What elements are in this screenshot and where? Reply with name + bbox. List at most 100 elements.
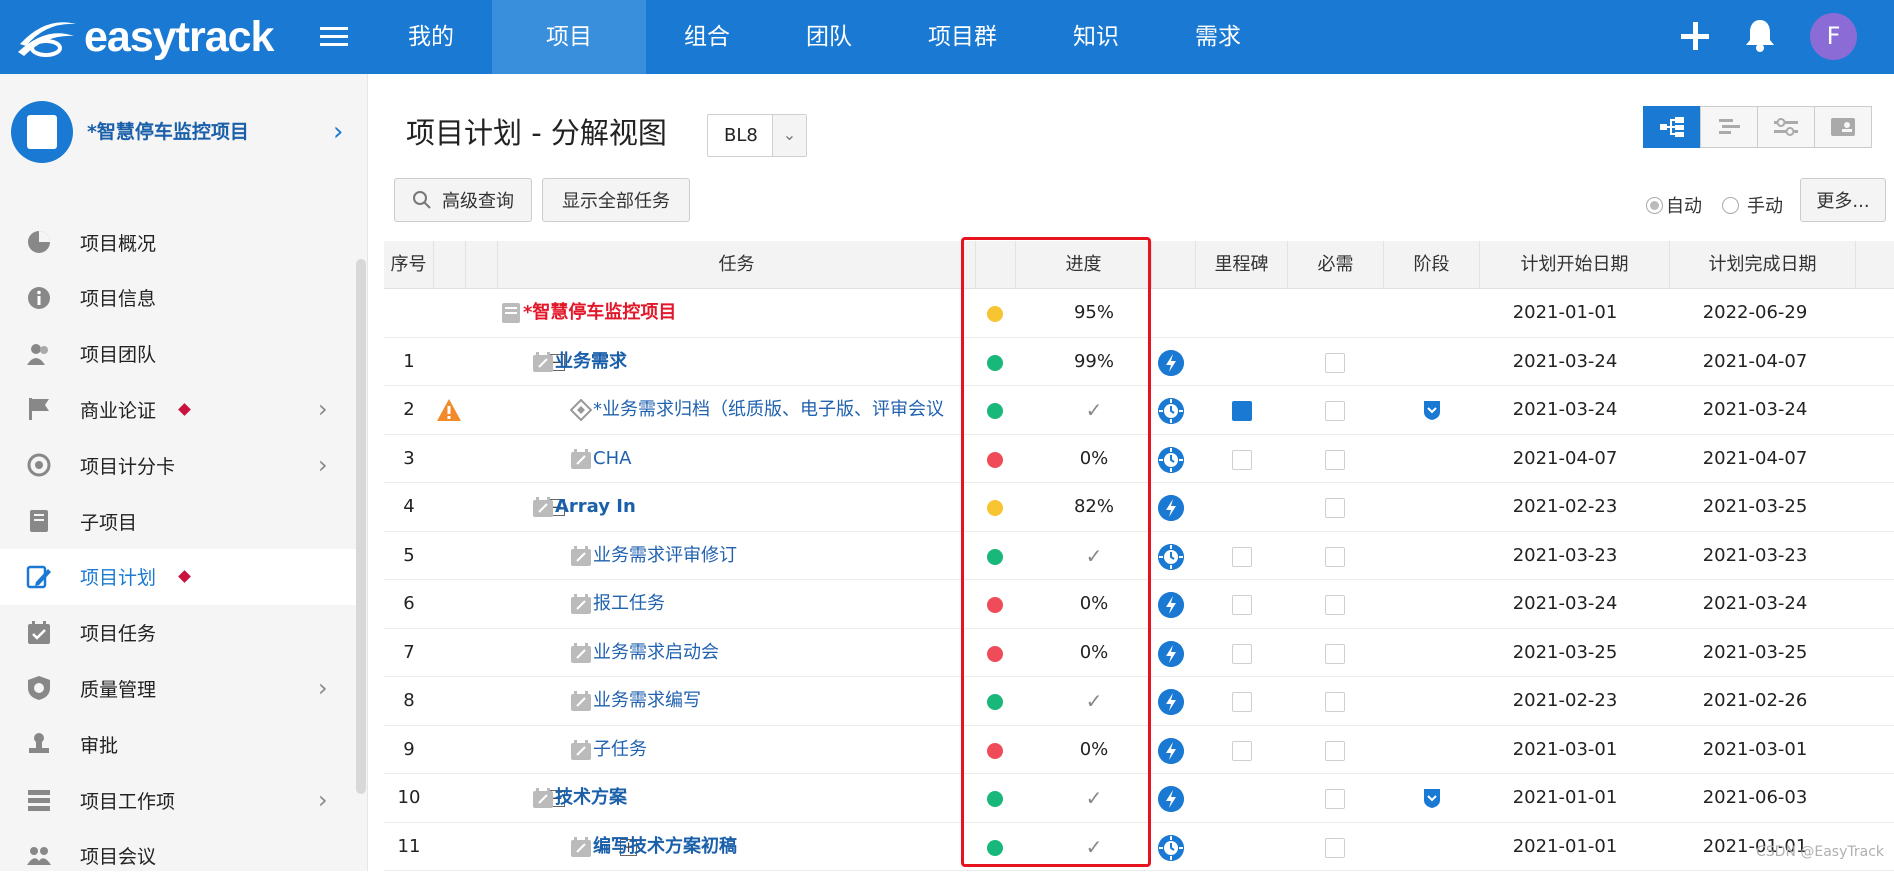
radio-circle-icon[interactable]: [1722, 196, 1739, 214]
milestone-checkbox[interactable]: [1232, 546, 1252, 567]
header-finish-date[interactable]: 计划完成日期: [1670, 241, 1856, 289]
plus-icon[interactable]: [1680, 18, 1710, 54]
sidebar-item[interactable]: 子项目: [0, 493, 356, 549]
required-checkbox[interactable]: [1325, 449, 1345, 470]
header-required[interactable]: 必需: [1288, 241, 1384, 289]
required-checkbox[interactable]: [1325, 595, 1345, 615]
show-all-tasks-button[interactable]: 显示全部任务: [542, 178, 690, 222]
required-checkbox[interactable]: [1325, 498, 1345, 518]
table-row[interactable]: 6 报工任务 0% 2021-03-24 2021-03-24: [384, 580, 1894, 629]
gantt-view-button[interactable]: [1700, 106, 1758, 148]
sidebar-item[interactable]: 审批: [0, 716, 356, 772]
header-num[interactable]: 序号: [384, 241, 434, 289]
table-row[interactable]: 11 + 编写技术方案初稿 ✓ 2021-01-01 2021-01-01: [384, 823, 1894, 871]
task-name-link[interactable]: 子任务: [593, 726, 976, 774]
task-name-link[interactable]: 技术方案: [555, 774, 976, 822]
sidebar-item[interactable]: 项目会议: [0, 828, 356, 884]
table-row[interactable]: 5 业务需求评审修订 ✓ 2021-03-23 2021-03-23: [384, 532, 1894, 580]
task-name-link[interactable]: 业务需求编写: [593, 677, 976, 725]
flag-icon: [29, 398, 49, 421]
required-checkbox[interactable]: [1325, 352, 1345, 373]
table-row[interactable]: 2 *业务需求归档（纸质版、电子版、评审会议 ✓ 2021-03-24 2021-03-…: [384, 386, 1894, 435]
task-name-link[interactable]: 业务需求启动会: [593, 629, 976, 677]
header-milestone[interactable]: 里程碑: [1196, 241, 1288, 289]
sidebar-item[interactable]: 项目团队: [0, 326, 356, 382]
nav-project[interactable]: 项目: [492, 0, 646, 74]
advanced-search-button[interactable]: 高级查询: [394, 178, 532, 222]
app-logo[interactable]: easytrack: [16, 10, 274, 64]
required-checkbox[interactable]: [1325, 546, 1345, 567]
task-name-link[interactable]: 业务需求: [555, 338, 976, 386]
nav-program[interactable]: 项目群: [890, 0, 1035, 74]
nav-portfolio[interactable]: 组合: [646, 0, 768, 74]
milestone-checkbox[interactable]: [1232, 449, 1252, 470]
header-task[interactable]: 任务: [498, 241, 976, 289]
radio-auto[interactable]: 自动: [1646, 192, 1702, 218]
task-name-link[interactable]: 业务需求评审修订: [593, 532, 976, 580]
sidebar-item[interactable]: 项目概况: [0, 214, 356, 270]
sidebar-item[interactable]: 质量管理 ›: [0, 660, 356, 716]
nav-team[interactable]: 团队: [768, 0, 890, 74]
required-checkbox[interactable]: [1325, 740, 1345, 761]
milestone-checkbox[interactable]: [1232, 595, 1252, 615]
wbs-view-button[interactable]: [1643, 106, 1701, 148]
milestone-checkbox[interactable]: [1232, 643, 1252, 664]
required-checkbox[interactable]: [1325, 692, 1345, 712]
task-name-link[interactable]: CHA: [593, 435, 976, 483]
phase-shield-icon[interactable]: [1422, 399, 1442, 421]
warning-icon[interactable]: [436, 398, 462, 422]
nav-knowledge[interactable]: 知识: [1035, 0, 1157, 74]
milestone-checkbox[interactable]: [1232, 740, 1252, 761]
settings-view-button[interactable]: [1757, 106, 1815, 148]
chevron-right-icon[interactable]: ›: [318, 451, 328, 479]
task-name-link[interactable]: *智慧停车监控项目: [523, 289, 976, 337]
table-row[interactable]: 1− 业务需求 99% 2021-03-24 2021-04-07: [384, 338, 1894, 386]
required-checkbox[interactable]: [1325, 837, 1345, 858]
chevron-right-icon[interactable]: ›: [318, 786, 328, 814]
sidebar-item[interactable]: 项目工作项 ›: [0, 772, 356, 828]
task-name-link[interactable]: *业务需求归档（纸质版、电子版、评审会议: [593, 386, 976, 434]
task-name-link[interactable]: 报工任务: [593, 580, 976, 628]
table-row[interactable]: 7 业务需求启动会 0% 2021-03-25 2021-03-25: [384, 629, 1894, 677]
table-row[interactable]: 10− 技术方案 ✓ 2021-01-01 2021-06-03: [384, 774, 1894, 823]
user-avatar[interactable]: F: [1810, 13, 1857, 60]
sidebar-item[interactable]: 项目任务: [0, 605, 356, 661]
sidebar-item[interactable]: 商业论证 ›: [0, 381, 356, 437]
table-row[interactable]: 9 子任务 0% 2021-03-01 2021-03-01: [384, 726, 1894, 774]
task-icon: [571, 594, 591, 614]
chevron-down-icon[interactable]: ⌄: [772, 115, 806, 156]
header-phase[interactable]: 阶段: [1384, 241, 1480, 289]
table-row[interactable]: 3 CHA 0% 2021-04-07 2021-04-07: [384, 435, 1894, 483]
required-checkbox[interactable]: [1325, 401, 1345, 421]
task-icon: [571, 448, 591, 469]
card-view-button[interactable]: [1814, 106, 1872, 148]
more-button[interactable]: 更多...: [1800, 178, 1886, 222]
nav-mine[interactable]: 我的: [370, 0, 492, 74]
milestone-checkbox[interactable]: [1232, 401, 1252, 421]
header-start-date[interactable]: 计划开始日期: [1480, 241, 1670, 289]
hamburger-menu-icon[interactable]: [320, 27, 348, 47]
table-row[interactable]: 4− Array In 82% 2021-02-23 2021-03-25: [384, 483, 1894, 532]
nav-demand[interactable]: 需求: [1157, 0, 1279, 74]
chevron-right-icon[interactable]: ›: [333, 117, 343, 147]
task-name-link[interactable]: 编写技术方案初稿: [593, 823, 976, 871]
required-checkbox[interactable]: [1325, 789, 1345, 809]
bell-icon[interactable]: [1745, 18, 1775, 52]
phase-shield-icon[interactable]: [1422, 787, 1442, 809]
radio-circle-icon[interactable]: [1646, 196, 1663, 214]
baseline-select[interactable]: BL8 ⌄: [707, 114, 807, 157]
milestone-checkbox[interactable]: [1232, 692, 1252, 712]
table-row[interactable]: 8 业务需求编写 ✓ 2021-02-23 2021-02-26: [384, 677, 1894, 726]
table-row[interactable]: *智慧停车监控项目 95% 2021-01-01 2022-06-29: [384, 289, 1894, 338]
chevron-right-icon[interactable]: ›: [318, 395, 328, 423]
sidebar-item[interactable]: 项目计划: [0, 548, 356, 605]
sidebar-scrollbar[interactable]: [356, 259, 366, 794]
task-name-link[interactable]: Array In: [555, 483, 976, 531]
sidebar-item[interactable]: 项目计分卡 ›: [0, 437, 356, 493]
required-checkbox[interactable]: [1325, 643, 1345, 664]
radio-manual[interactable]: 手动: [1722, 192, 1783, 218]
chevron-right-icon[interactable]: ›: [318, 674, 328, 702]
sidebar-item[interactable]: 项目信息: [0, 270, 356, 326]
project-header[interactable]: *智慧停车监控项目 ›: [0, 74, 368, 189]
header-progress[interactable]: 进度: [1016, 241, 1152, 289]
